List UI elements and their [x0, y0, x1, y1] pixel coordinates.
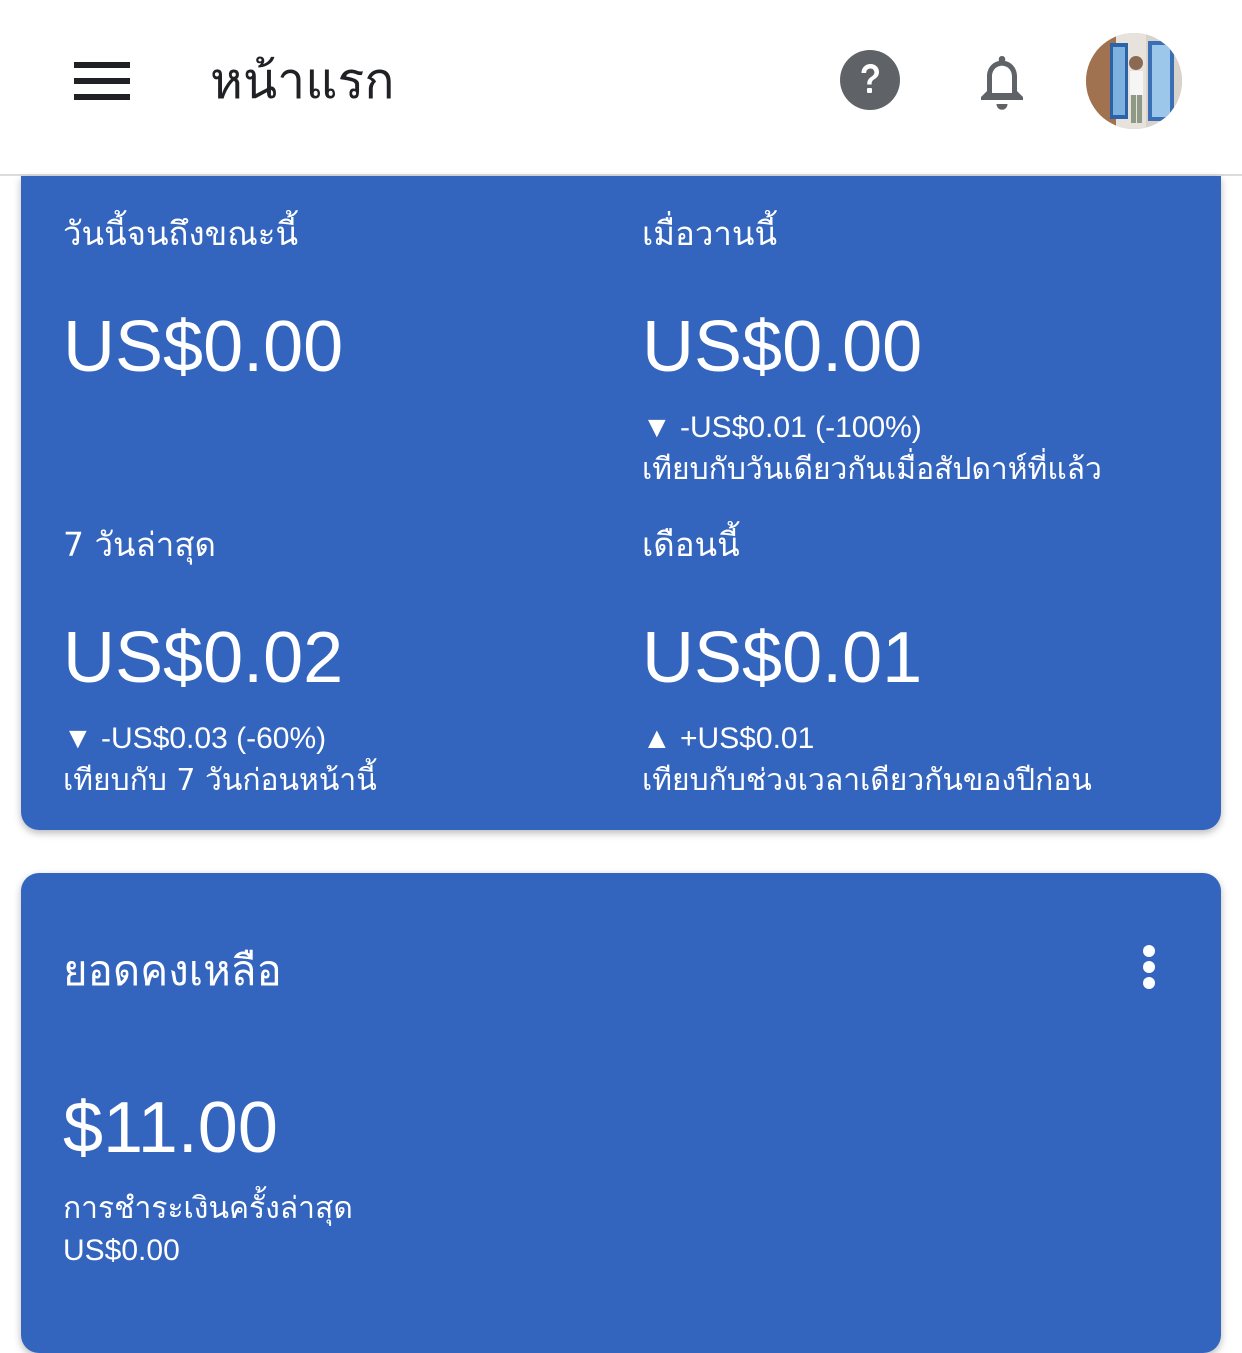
- metric-this-month-label: เดือนนี้: [642, 525, 740, 564]
- help-circle-icon[interactable]: [840, 50, 900, 110]
- metric-last-7-days-value: US$0.02: [63, 618, 344, 698]
- metric-this-month-compare: เทียบกับช่วงเวลาเดียวกันของปีก่อน: [642, 763, 1092, 798]
- metric-this-month-change: ▲ +US$0.01: [642, 722, 815, 755]
- page-title: หน้าแรก: [210, 52, 395, 110]
- user-avatar[interactable]: [1086, 33, 1182, 129]
- metric-today-label: วันนี้จนถึงขณะนี้: [63, 214, 299, 253]
- metric-today-value: US$0.00: [63, 307, 344, 387]
- balance-value: $11.00: [63, 1088, 278, 1168]
- metric-yesterday-compare: เทียบกับวันเดียวกันเมื่อสัปดาห์ที่แล้ว: [642, 452, 1102, 487]
- last-payment-label: การชำระเงินครั้งล่าสุด: [63, 1191, 353, 1226]
- earnings-summary-card: วันนี้จนถึงขณะนี้ US$0.00 เมื่อวานนี้ US…: [21, 176, 1221, 830]
- metric-yesterday-change: ▼ -US$0.01 (-100%): [642, 411, 922, 444]
- more-vertical-icon[interactable]: [1131, 941, 1167, 993]
- bell-icon[interactable]: [972, 50, 1032, 114]
- metric-yesterday-value: US$0.00: [642, 307, 923, 387]
- balance-card: ยอดคงเหลือ $11.00 การชำระเงินครั้งล่าสุด…: [21, 873, 1221, 1353]
- metric-last-7-days-compare: เทียบกับ 7 วันก่อนหน้านี้: [63, 763, 377, 798]
- metric-this-month-value: US$0.01: [642, 618, 923, 698]
- balance-title: ยอดคงเหลือ: [63, 946, 282, 995]
- metric-last-7-days-label: 7 วันล่าสุด: [63, 525, 216, 564]
- hamburger-menu-icon[interactable]: [74, 62, 130, 100]
- metric-yesterday-label: เมื่อวานนี้: [642, 214, 778, 253]
- last-payment-value: US$0.00: [63, 1234, 180, 1267]
- app-bar: หน้าแรก: [0, 0, 1242, 176]
- metric-last-7-days-change: ▼ -US$0.03 (-60%): [63, 722, 327, 755]
